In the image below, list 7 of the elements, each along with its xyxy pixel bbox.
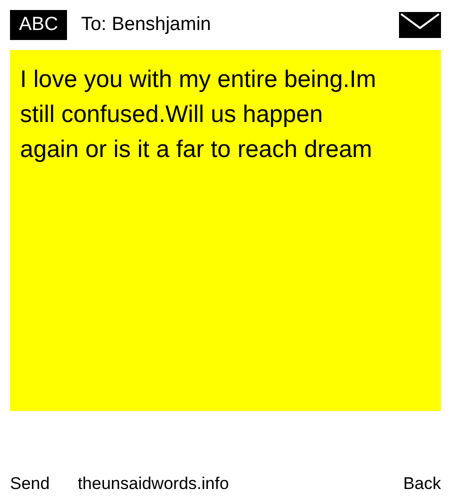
abc-label: ABC — [10, 10, 68, 40]
send-link[interactable]: Send — [10, 474, 50, 494]
message-text: I love you with my entire being.Im still confused.Will us happen again or is it a far to reach dream — [20, 65, 378, 165]
envelope-icon — [399, 12, 441, 38]
recipient-label: To: Benshjamin — [81, 14, 212, 36]
site-label: theunsaidwords.info — [78, 474, 230, 494]
back-link[interactable]: Back — [403, 474, 441, 494]
